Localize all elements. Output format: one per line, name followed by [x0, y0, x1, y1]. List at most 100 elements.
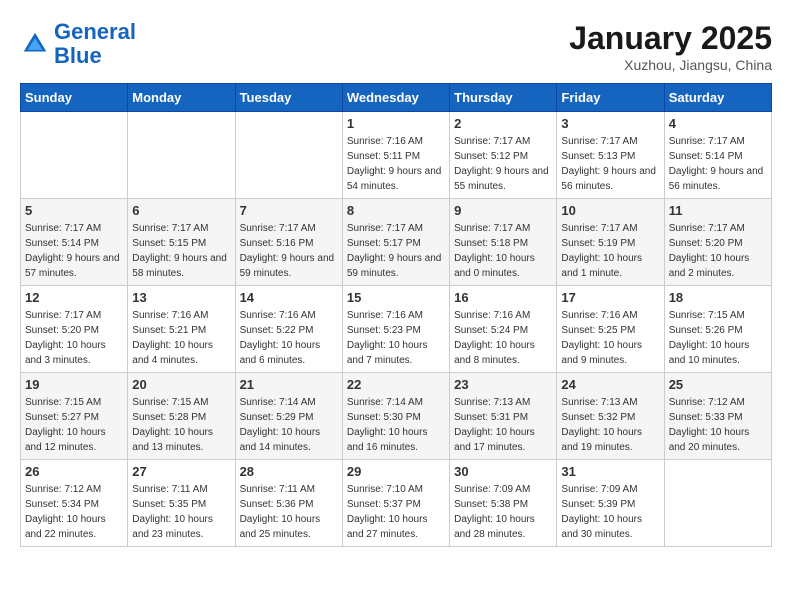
calendar-cell: 22 Sunrise: 7:14 AMSunset: 5:30 PMDayligh…	[342, 373, 449, 460]
day-number: 12	[25, 290, 123, 305]
calendar-cell: 28 Sunrise: 7:11 AMSunset: 5:36 PMDayligh…	[235, 460, 342, 547]
weekday-header-thursday: Thursday	[450, 84, 557, 112]
calendar-cell	[664, 460, 771, 547]
calendar-week-4: 19 Sunrise: 7:15 AMSunset: 5:27 PMDayligh…	[21, 373, 772, 460]
day-number: 23	[454, 377, 552, 392]
day-info: Sunrise: 7:17 AMSunset: 5:13 PMDaylight:…	[561, 134, 659, 194]
day-info: Sunrise: 7:17 AMSunset: 5:19 PMDaylight:…	[561, 221, 659, 281]
day-info: Sunrise: 7:16 AMSunset: 5:23 PMDaylight:…	[347, 308, 445, 368]
day-info: Sunrise: 7:14 AMSunset: 5:29 PMDaylight:…	[240, 395, 338, 455]
calendar-cell: 9Sunrise: 7:17 AMSunset: 5:18 PMDaylight…	[450, 199, 557, 286]
day-info: Sunrise: 7:10 AMSunset: 5:37 PMDaylight:…	[347, 482, 445, 542]
calendar-cell: 19 Sunrise: 7:15 AMSunset: 5:27 PMDayligh…	[21, 373, 128, 460]
day-number: 28	[240, 464, 338, 479]
calendar-cell: 20 Sunrise: 7:15 AMSunset: 5:28 PMDayligh…	[128, 373, 235, 460]
day-number: 6	[132, 203, 230, 218]
day-info: Sunrise: 7:17 AMSunset: 5:20 PMDaylight:…	[669, 221, 767, 281]
calendar-cell: 16Sunrise: 7:16 AMSunset: 5:24 PMDayligh…	[450, 286, 557, 373]
calendar-cell: 18 Sunrise: 7:15 AMSunset: 5:26 PMDayligh…	[664, 286, 771, 373]
day-info: Sunrise: 7:17 AMSunset: 5:16 PMDaylight:…	[240, 221, 338, 281]
calendar-header-row: SundayMondayTuesdayWednesdayThursdayFrid…	[21, 84, 772, 112]
day-info: Sunrise: 7:17 AMSunset: 5:15 PMDaylight:…	[132, 221, 230, 281]
day-info: Sunrise: 7:16 AMSunset: 5:11 PMDaylight:…	[347, 134, 445, 194]
location: Xuzhou, Jiangsu, China	[569, 57, 772, 73]
weekday-header-friday: Friday	[557, 84, 664, 112]
day-number: 13	[132, 290, 230, 305]
day-info: Sunrise: 7:11 AMSunset: 5:36 PMDaylight:…	[240, 482, 338, 542]
day-info: Sunrise: 7:16 AMSunset: 5:21 PMDaylight:…	[132, 308, 230, 368]
day-number: 18	[669, 290, 767, 305]
calendar-cell: 15Sunrise: 7:16 AMSunset: 5:23 PMDayligh…	[342, 286, 449, 373]
day-info: Sunrise: 7:15 AMSunset: 5:27 PMDaylight:…	[25, 395, 123, 455]
weekday-header-sunday: Sunday	[21, 84, 128, 112]
day-number: 29	[347, 464, 445, 479]
calendar-cell: 2 Sunrise: 7:17 AMSunset: 5:12 PMDaylight…	[450, 112, 557, 199]
day-info: Sunrise: 7:14 AMSunset: 5:30 PMDaylight:…	[347, 395, 445, 455]
day-number: 5	[25, 203, 123, 218]
day-number: 17	[561, 290, 659, 305]
day-number: 30	[454, 464, 552, 479]
day-number: 25	[669, 377, 767, 392]
day-info: Sunrise: 7:13 AMSunset: 5:32 PMDaylight:…	[561, 395, 659, 455]
day-number: 31	[561, 464, 659, 479]
day-number: 14	[240, 290, 338, 305]
calendar-cell: 24 Sunrise: 7:13 AMSunset: 5:32 PMDayligh…	[557, 373, 664, 460]
calendar-cell: 17 Sunrise: 7:16 AMSunset: 5:25 PMDayligh…	[557, 286, 664, 373]
day-info: Sunrise: 7:09 AMSunset: 5:39 PMDaylight:…	[561, 482, 659, 542]
day-number: 19	[25, 377, 123, 392]
calendar-cell: 11 Sunrise: 7:17 AMSunset: 5:20 PMDayligh…	[664, 199, 771, 286]
day-number: 11	[669, 203, 767, 218]
day-number: 7	[240, 203, 338, 218]
day-number: 10	[561, 203, 659, 218]
day-info: Sunrise: 7:12 AMSunset: 5:33 PMDaylight:…	[669, 395, 767, 455]
day-number: 2	[454, 116, 552, 131]
calendar-cell: 3Sunrise: 7:17 AMSunset: 5:13 PMDaylight…	[557, 112, 664, 199]
calendar-cell: 27Sunrise: 7:11 AMSunset: 5:35 PMDayligh…	[128, 460, 235, 547]
day-number: 8	[347, 203, 445, 218]
calendar-week-5: 26 Sunrise: 7:12 AMSunset: 5:34 PMDayligh…	[21, 460, 772, 547]
day-info: Sunrise: 7:16 AMSunset: 5:24 PMDaylight:…	[454, 308, 552, 368]
day-info: Sunrise: 7:11 AMSunset: 5:35 PMDaylight:…	[132, 482, 230, 542]
day-number: 24	[561, 377, 659, 392]
calendar-cell: 6 Sunrise: 7:17 AMSunset: 5:15 PMDaylight…	[128, 199, 235, 286]
logo: General Blue	[20, 20, 136, 68]
day-info: Sunrise: 7:16 AMSunset: 5:25 PMDaylight:…	[561, 308, 659, 368]
day-info: Sunrise: 7:16 AMSunset: 5:22 PMDaylight:…	[240, 308, 338, 368]
calendar-cell: 31 Sunrise: 7:09 AMSunset: 5:39 PMDayligh…	[557, 460, 664, 547]
calendar-cell: 21Sunrise: 7:14 AMSunset: 5:29 PMDayligh…	[235, 373, 342, 460]
calendar-cell: 29 Sunrise: 7:10 AMSunset: 5:37 PMDayligh…	[342, 460, 449, 547]
calendar-cell: 5 Sunrise: 7:17 AMSunset: 5:14 PMDaylight…	[21, 199, 128, 286]
calendar-cell: 1 Sunrise: 7:16 AMSunset: 5:11 PMDaylight…	[342, 112, 449, 199]
day-number: 20	[132, 377, 230, 392]
calendar-cell: 10 Sunrise: 7:17 AMSunset: 5:19 PMDayligh…	[557, 199, 664, 286]
logo-icon	[20, 29, 50, 59]
weekday-header-monday: Monday	[128, 84, 235, 112]
weekday-header-wednesday: Wednesday	[342, 84, 449, 112]
day-number: 9	[454, 203, 552, 218]
day-info: Sunrise: 7:13 AMSunset: 5:31 PMDaylight:…	[454, 395, 552, 455]
day-info: Sunrise: 7:15 AMSunset: 5:28 PMDaylight:…	[132, 395, 230, 455]
calendar-cell: 30 Sunrise: 7:09 AMSunset: 5:38 PMDayligh…	[450, 460, 557, 547]
day-number: 22	[347, 377, 445, 392]
day-info: Sunrise: 7:12 AMSunset: 5:34 PMDaylight:…	[25, 482, 123, 542]
day-info: Sunrise: 7:17 AMSunset: 5:14 PMDaylight:…	[25, 221, 123, 281]
calendar-cell: 26 Sunrise: 7:12 AMSunset: 5:34 PMDayligh…	[21, 460, 128, 547]
day-number: 4	[669, 116, 767, 131]
calendar-cell: 25 Sunrise: 7:12 AMSunset: 5:33 PMDayligh…	[664, 373, 771, 460]
calendar-cell: 7 Sunrise: 7:17 AMSunset: 5:16 PMDaylight…	[235, 199, 342, 286]
day-number: 26	[25, 464, 123, 479]
calendar-week-3: 12 Sunrise: 7:17 AMSunset: 5:20 PMDayligh…	[21, 286, 772, 373]
weekday-header-tuesday: Tuesday	[235, 84, 342, 112]
calendar-cell: 23 Sunrise: 7:13 AMSunset: 5:31 PMDayligh…	[450, 373, 557, 460]
month-title: January 2025	[569, 20, 772, 57]
calendar-week-1: 1 Sunrise: 7:16 AMSunset: 5:11 PMDaylight…	[21, 112, 772, 199]
day-number: 1	[347, 116, 445, 131]
calendar-cell: 12 Sunrise: 7:17 AMSunset: 5:20 PMDayligh…	[21, 286, 128, 373]
day-info: Sunrise: 7:17 AMSunset: 5:20 PMDaylight:…	[25, 308, 123, 368]
day-info: Sunrise: 7:09 AMSunset: 5:38 PMDaylight:…	[454, 482, 552, 542]
calendar-table: SundayMondayTuesdayWednesdayThursdayFrid…	[20, 83, 772, 547]
calendar-cell: 14 Sunrise: 7:16 AMSunset: 5:22 PMDayligh…	[235, 286, 342, 373]
day-info: Sunrise: 7:17 AMSunset: 5:12 PMDaylight:…	[454, 134, 552, 194]
calendar-cell	[235, 112, 342, 199]
day-info: Sunrise: 7:15 AMSunset: 5:26 PMDaylight:…	[669, 308, 767, 368]
